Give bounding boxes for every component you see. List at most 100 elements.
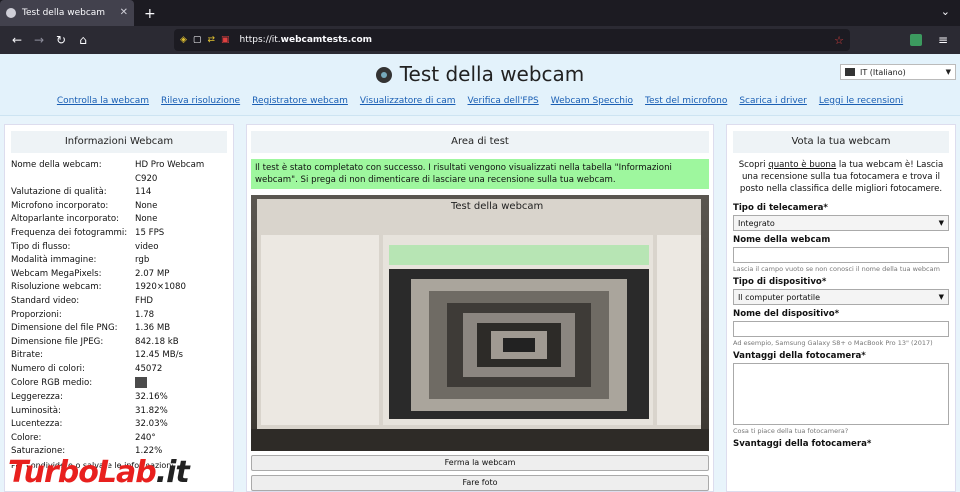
webcam-icon (375, 67, 392, 83)
device-type-select[interactable]: Il computer portatile ▼ (733, 289, 949, 305)
webcam-name-input[interactable] (733, 247, 949, 263)
info-row: Proporzioni: 1.78 (11, 309, 227, 323)
rgb-color-swatch (135, 376, 147, 388)
nav-link[interactable]: Controlla la webcam (57, 96, 149, 106)
vote-intro: Scopri quanto è buona la tua webcam è! L… (738, 160, 944, 194)
list-tabs-icon[interactable]: ⌄ (941, 5, 950, 18)
info-key: Altoparlante incorporato: (11, 214, 120, 225)
info-value: 32.16% (135, 392, 168, 403)
info-key: Colore: (11, 432, 42, 443)
device-name-input[interactable] (733, 321, 949, 337)
info-row: C920 (11, 173, 227, 187)
info-value: 114 (135, 187, 152, 198)
info-value: 842.18 kB (135, 336, 179, 347)
info-key: Webcam MegaPixels: (11, 268, 102, 279)
camera-type-select[interactable]: Integrato ▼ (733, 215, 949, 231)
info-key (11, 173, 135, 187)
chevron-down-icon: ▼ (938, 219, 944, 227)
address-bar[interactable]: ◈ ▢ ⇄ ▣ https://it.webcamtests.com ☆ (174, 29, 850, 51)
info-row: Bitrate: 12.45 MB/s (11, 349, 227, 363)
device-name-hint: Ad esempio, Samsung Galaxy S8+ o MacBook… (733, 339, 933, 347)
camera-icon[interactable]: ▣ (221, 35, 230, 45)
info-key: Risoluzione webcam: (11, 282, 102, 293)
nav-link[interactable]: Registratore webcam (252, 96, 348, 106)
info-row: Colore: 240° (11, 432, 227, 446)
test-area-panel: Area di test Il test è stato completato … (246, 124, 714, 492)
language-select[interactable]: IT (Italiano) ▼ (840, 64, 956, 80)
info-row: Valutazione di qualità: 114 (11, 186, 227, 200)
take-photo-button[interactable]: Fare foto (251, 475, 709, 491)
info-row: Standard video: FHD (11, 295, 227, 309)
info-value: 1.36 MB (135, 323, 171, 334)
info-value: FHD (135, 295, 154, 306)
nav-link[interactable]: Webcam Specchio (551, 96, 633, 106)
site-header: Test della webcam IT (Italiano) ▼ Contro… (0, 54, 960, 116)
nav-link[interactable]: Test del microfono (645, 96, 727, 106)
info-key: Luminosità: (11, 405, 61, 416)
info-row: Dimensione file JPEG: 842.18 kB (11, 336, 227, 350)
quality-link[interactable]: quanto è buona (768, 160, 836, 170)
info-value: None (135, 214, 158, 225)
info-value: 45072 (135, 363, 163, 374)
forward-icon[interactable]: → (28, 33, 50, 47)
nav-link[interactable]: Visualizzatore di cam (360, 96, 456, 106)
panel-title: Area di test (251, 131, 709, 153)
favicon-icon (6, 8, 16, 18)
info-value: C920 (135, 173, 158, 184)
info-row: Numero di colori: 45072 (11, 363, 227, 377)
lock-icon[interactable]: ▢ (193, 35, 202, 45)
webcam-feed-image: Test della webcam (251, 195, 709, 451)
info-key: Valutazione di qualità: (11, 187, 107, 198)
vote-panel: Vota la tua webcam Scopri quanto è buona… (726, 124, 956, 492)
back-icon[interactable]: ← (6, 33, 28, 47)
new-tab-icon[interactable]: + (144, 6, 156, 22)
device-name-label: Nome del dispositivo* (733, 309, 840, 319)
nav-link[interactable]: Leggi le recensioni (819, 96, 903, 106)
site-nav: Controlla la webcam Rileva risoluzione R… (0, 96, 960, 106)
info-key: Nome della webcam: (11, 160, 102, 170)
info-value: 240° (135, 432, 156, 443)
info-key: Tipo di flusso: (11, 241, 71, 252)
info-key: Colore RGB medio: (11, 377, 93, 388)
close-tab-icon[interactable]: ✕ (120, 7, 128, 18)
stop-webcam-button[interactable]: Ferma la webcam (251, 455, 709, 471)
info-row: Nome della webcam: HD Pro Webcam (11, 159, 227, 173)
success-message: Il test è stato completato con successo.… (251, 159, 709, 189)
advantages-textarea[interactable] (733, 363, 949, 425)
chevron-down-icon: ▼ (945, 68, 951, 76)
nav-link[interactable]: Scarica i driver (739, 96, 807, 106)
share-info-text: Per condividere o salvare le informazion… (11, 461, 174, 471)
home-icon[interactable]: ⌂ (72, 33, 94, 47)
nav-link[interactable]: Rileva risoluzione (161, 96, 240, 106)
info-key: Modalità immagine: (11, 255, 97, 266)
permissions-icon[interactable]: ⇄ (207, 35, 215, 45)
info-value: 1.22% (135, 446, 163, 457)
info-row: Frequenza dei fotogrammi: 15 FPS (11, 227, 227, 241)
nav-link[interactable]: Verifica dell'FPS (468, 96, 539, 106)
flag-icon (845, 68, 855, 76)
info-value (135, 376, 227, 392)
advantages-hint: Cosa ti piace della tua fotocamera? (733, 427, 849, 435)
page-title: Test della webcam (0, 62, 960, 86)
extension-icon[interactable] (910, 34, 922, 46)
info-value: video (135, 241, 159, 252)
info-row: Microfono incorporato: None (11, 200, 227, 214)
info-key: Standard video: (11, 295, 80, 306)
browser-tab[interactable]: Test della webcam ✕ (0, 0, 134, 26)
webcam-name-hint: Lascia il campo vuoto se non conosci il … (733, 265, 940, 273)
info-row: Tipo di flusso: video (11, 241, 227, 255)
bookmark-star-icon[interactable]: ☆ (834, 34, 844, 47)
webcam-info-panel: Informazioni Webcam Nome della webcam: HD… (4, 124, 234, 492)
info-row: Leggerezza: 32.16% (11, 391, 227, 405)
info-key: Bitrate: (11, 350, 44, 361)
info-value: 32.03% (135, 419, 168, 430)
info-row: Risoluzione webcam: 1920×1080 (11, 281, 227, 295)
camera-type-label: Tipo di telecamera* (733, 203, 828, 213)
reload-icon[interactable]: ↻ (50, 33, 72, 47)
info-key: Frequenza dei fotogrammi: (11, 227, 128, 238)
shield-icon[interactable]: ◈ (180, 35, 187, 45)
browser-toolbar: ← → ↻ ⌂ ◈ ▢ ⇄ ▣ https://it.webcamtests.c… (0, 26, 960, 54)
device-type-label: Tipo di dispositivo* (733, 277, 827, 287)
info-row: Colore RGB medio: (11, 376, 227, 392)
menu-icon[interactable]: ≡ (932, 33, 954, 47)
